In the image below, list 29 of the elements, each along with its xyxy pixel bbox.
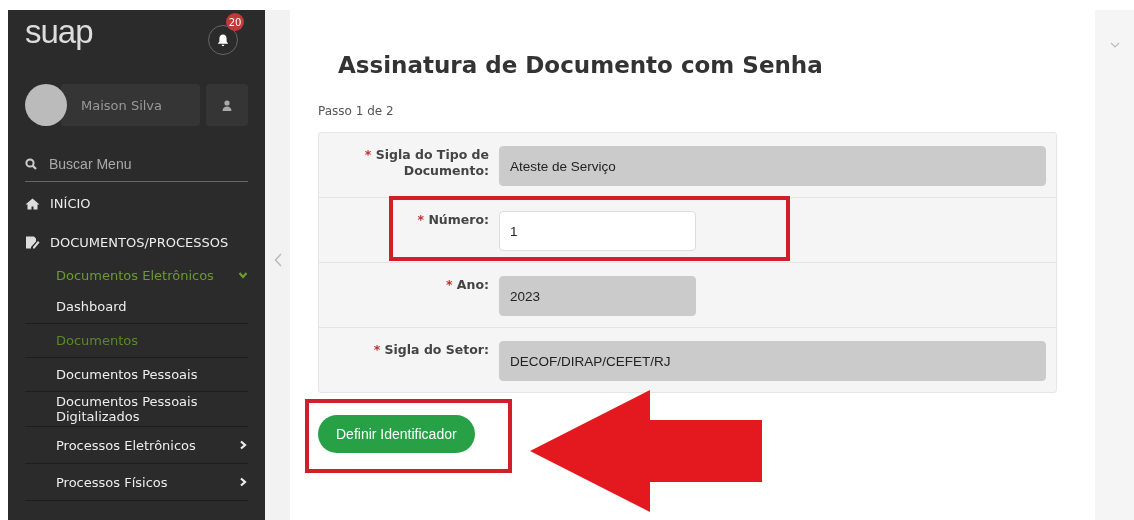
person-icon [222, 99, 232, 111]
profile-button[interactable] [206, 84, 248, 126]
menu-item[interactable]: INÍCIO [25, 186, 248, 221]
search-icon [25, 158, 37, 170]
notification-badge: 20 [226, 13, 244, 31]
bell-icon [217, 33, 229, 47]
field-label: * Número: [416, 211, 490, 228]
chevron-down-icon [238, 270, 248, 280]
document-edit-icon [25, 236, 40, 249]
user-name-button[interactable]: Maison Silva [61, 84, 200, 126]
submenu-item[interactable]: Documentos Eletrônicos [25, 260, 248, 290]
menu-search-field[interactable]: Buscar Menu [49, 156, 229, 172]
input-field[interactable]: 1 [499, 211, 696, 251]
avatar-silhouette [25, 84, 67, 126]
submenu-link[interactable]: Documentos Pessoais [25, 358, 248, 392]
submenu-item[interactable]: Processos Físicos [25, 464, 248, 501]
home-icon [25, 197, 40, 210]
page-title: Assinatura de Documento com Senha [338, 52, 824, 78]
chevron-right-icon [238, 440, 248, 450]
chevron-right-icon [238, 477, 248, 487]
field-label: * Sigla do Tipo de Documento: [363, 146, 490, 179]
field-label: * Ano: [444, 276, 490, 293]
logo[interactable]: suap [25, 13, 93, 51]
step-indicator: Passo 1 de 2 [318, 104, 395, 118]
menu-item[interactable]: DOCUMENTOS/PROCESSOS [25, 225, 248, 260]
submenu-link[interactable]: Dashboard [25, 290, 248, 324]
field-label: * Sigla do Setor: [372, 341, 490, 358]
submenu-link[interactable]: Documentos Pessoais Digitalizados [25, 392, 248, 427]
submenu-item[interactable]: Processos Eletrônicos [25, 427, 248, 464]
